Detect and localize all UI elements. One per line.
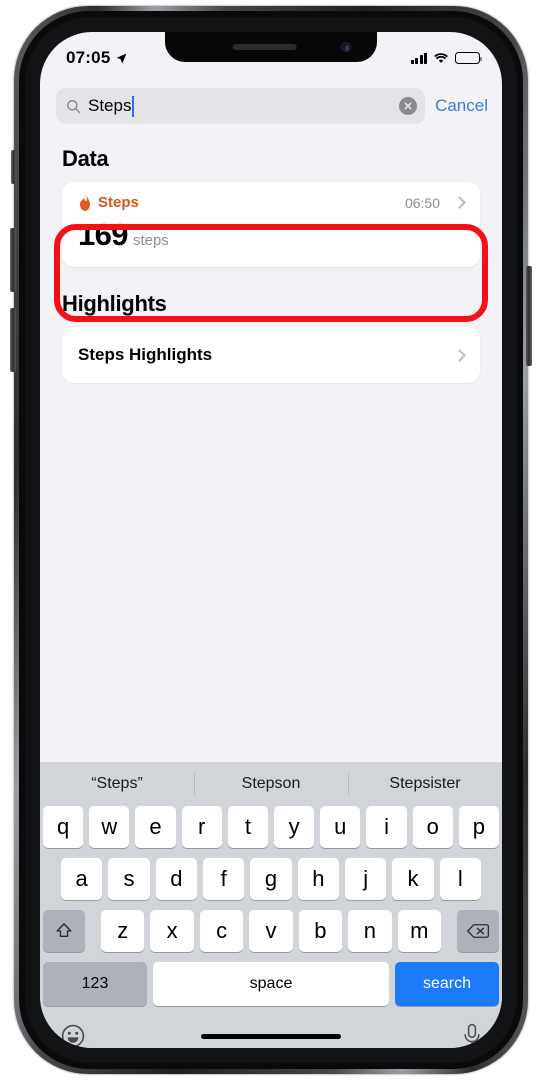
volume-down-button[interactable] — [10, 308, 16, 372]
data-card-value-group: 169 steps — [78, 217, 464, 253]
search-text: Steps — [88, 95, 135, 117]
power-button[interactable] — [526, 266, 532, 366]
key-a[interactable]: a — [61, 858, 103, 900]
location-arrow-icon — [117, 53, 127, 63]
key-f[interactable]: f — [203, 858, 245, 900]
key-w[interactable]: w — [89, 806, 130, 848]
key-d[interactable]: d — [155, 858, 197, 900]
key-b[interactable]: b — [298, 910, 343, 952]
key-v[interactable]: v — [249, 910, 293, 952]
key-l[interactable]: l — [439, 858, 481, 900]
key-x[interactable]: x — [150, 910, 194, 952]
numbers-key[interactable]: 123 — [43, 962, 147, 1006]
key-j[interactable]: j — [344, 858, 387, 900]
key-p[interactable]: p — [458, 806, 500, 848]
emoji-smiley-icon[interactable] — [60, 1023, 86, 1048]
keyboard-row-1: q w e r t y u i o p — [40, 806, 502, 848]
close-icon — [404, 102, 412, 110]
earpiece-speaker — [232, 44, 297, 50]
space-key[interactable]: space — [153, 962, 389, 1006]
battery-icon — [455, 52, 483, 64]
prediction-2[interactable]: Stepsister — [348, 775, 502, 793]
key-q[interactable]: q — [42, 806, 84, 848]
phone-screen: 07:05 Steps Cancel Data Steps 06:50 169 … — [40, 32, 502, 1048]
chevron-right-icon — [453, 196, 466, 209]
keyboard-row-3: z x c v b n m — [40, 910, 502, 952]
predictive-text-bar: “Steps” Stepson Stepsister — [40, 762, 502, 806]
prediction-1[interactable]: Stepson — [194, 775, 348, 793]
key-c[interactable]: c — [199, 910, 244, 952]
steps-unit: steps — [132, 232, 169, 249]
key-o[interactable]: o — [412, 806, 453, 848]
steps-highlights-row[interactable]: Steps Highlights — [62, 327, 480, 383]
delete-key[interactable] — [456, 910, 499, 952]
wifi-icon — [434, 53, 448, 63]
search-input[interactable]: Steps — [56, 88, 426, 124]
key-h[interactable]: h — [297, 858, 339, 900]
steps-data-card[interactable]: Steps 06:50 169 steps — [62, 182, 480, 267]
search-icon — [67, 99, 81, 113]
data-card-time: 06:50 — [404, 194, 440, 211]
keyboard-bottom-bar — [40, 1012, 502, 1048]
backspace-icon — [467, 924, 489, 938]
row3-spacer-left — [91, 910, 95, 952]
steps-value: 169 — [78, 217, 129, 252]
virtual-keyboard: “Steps” Stepson Stepsister q w e r t y u… — [40, 762, 502, 1048]
key-n[interactable]: n — [348, 910, 392, 952]
highlights-section-title: Highlights — [62, 291, 167, 316]
key-z[interactable]: z — [101, 910, 145, 952]
key-m[interactable]: m — [397, 910, 441, 952]
key-g[interactable]: g — [250, 858, 292, 900]
shift-arrow-icon — [56, 923, 72, 938]
keyboard-row-4: 123 space search — [40, 962, 502, 1006]
screenshot-stage: 07:05 Steps Cancel Data Steps 06:50 169 … — [0, 0, 542, 1080]
status-time: 07:05 — [66, 48, 111, 67]
home-indicator[interactable] — [201, 1034, 341, 1039]
keyboard-row-2: a s d f g h j k l — [40, 858, 502, 900]
text-cursor — [132, 95, 135, 117]
search-bar: Steps Cancel — [40, 82, 502, 130]
flame-icon — [80, 194, 90, 211]
prediction-0[interactable]: “Steps” — [40, 775, 194, 793]
clear-circle-icon[interactable] — [399, 97, 418, 115]
data-card-header: Steps 06:50 — [78, 194, 466, 211]
key-r[interactable]: r — [181, 806, 222, 848]
search-value: Steps — [88, 96, 132, 115]
key-k[interactable]: k — [392, 858, 434, 900]
volume-up-button[interactable] — [10, 228, 16, 292]
cancel-button[interactable]: Cancel — [433, 96, 488, 116]
data-section-title: Data — [62, 146, 109, 171]
key-t[interactable]: t — [227, 806, 268, 848]
key-i[interactable]: i — [366, 806, 407, 848]
status-indicators — [410, 52, 483, 64]
data-card-label: Steps — [98, 194, 139, 211]
microphone-icon[interactable] — [462, 1023, 482, 1048]
search-results: Data Steps 06:50 169 steps Highlights St… — [40, 130, 502, 762]
notch — [165, 32, 377, 62]
key-y[interactable]: y — [274, 806, 315, 848]
key-s[interactable]: s — [108, 858, 150, 900]
key-u[interactable]: u — [320, 806, 361, 848]
key-e[interactable]: e — [135, 806, 176, 848]
cellular-signal-icon — [410, 52, 427, 64]
row3-spacer-right — [447, 910, 451, 952]
shift-key[interactable] — [43, 910, 86, 952]
highlights-row-label: Steps Highlights — [78, 345, 213, 364]
chevron-right-icon — [453, 348, 466, 362]
status-time-group: 07:05 — [66, 48, 128, 68]
front-camera — [341, 42, 351, 52]
search-key[interactable]: search — [395, 962, 499, 1006]
silent-switch-button[interactable] — [11, 150, 16, 184]
